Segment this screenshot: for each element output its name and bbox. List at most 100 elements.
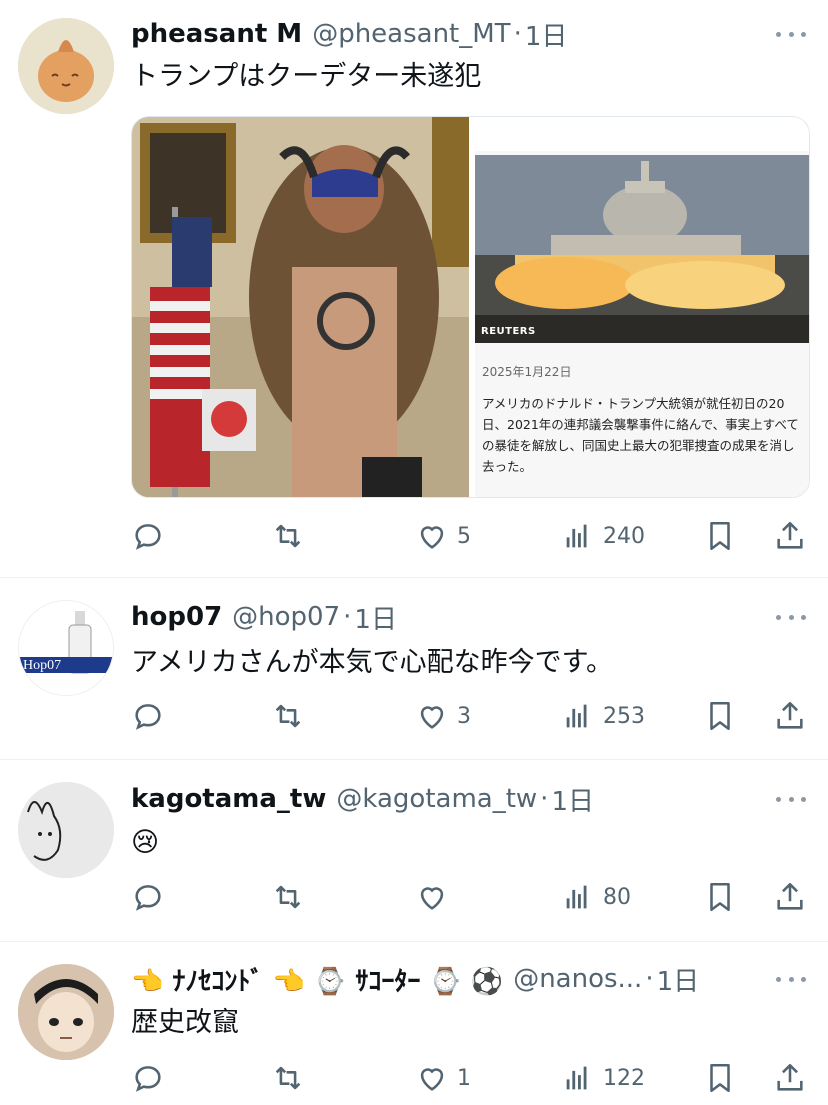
more-icon[interactable] [776,29,806,39]
avatar[interactable] [18,964,114,1060]
user-handle[interactable]: @kagotama_tw [336,784,537,814]
photo-left[interactable] [132,117,469,497]
view-count: 122 [603,1065,645,1091]
view-count: 240 [603,523,645,549]
separator: · [645,964,654,994]
more-icon[interactable] [776,974,806,984]
post[interactable]: kagotama_tw @kagotama_tw · 1日 😢 80 [0,760,828,942]
media-attachment[interactable]: REUTERS 2025年1月22日 アメリカのドナルド・トランプ大統領が就任初… [131,116,810,498]
avatar[interactable] [18,782,114,878]
like-count: 1 [457,1065,471,1091]
bookmark-button[interactable] [703,877,737,917]
views-icon [566,704,587,728]
views-button[interactable]: 80 [561,877,631,917]
display-name[interactable]: 👈 ﾅﾉｾｺﾝﾄﾞ 👈 ⌚ ｻｺｰﾀｰ ⌚ ⚽ [131,962,503,997]
like-count: 5 [457,523,471,549]
share-button[interactable] [773,516,807,556]
post[interactable]: Hop07 hop07 @hop07 · 1日 アメリカさんが本気で心配な昨今で… [0,578,828,760]
repost-icon [275,524,301,548]
heart-icon [420,887,444,910]
views-icon [566,885,587,909]
post-header: kagotama_tw @kagotama_tw · 1日 [131,782,768,816]
reply-button[interactable] [131,516,165,556]
repost-icon [275,1066,301,1090]
reply-button[interactable] [131,877,165,917]
timestamp[interactable]: 1日 [525,17,568,52]
views-button[interactable]: 253 [561,696,645,736]
repost-button[interactable] [271,877,305,917]
like-count: 3 [457,703,471,729]
bookmark-button[interactable] [703,696,737,736]
views-button[interactable]: 240 [561,516,645,556]
post[interactable]: pheasant M @pheasant_MT · 1日 トランプはクーデター未… [0,0,828,578]
like-button[interactable]: 1 [415,1058,471,1098]
reply-icon [135,885,161,911]
bookmark-button[interactable] [703,516,737,556]
reply-icon [135,1066,161,1092]
post-header: 👈 ﾅﾉｾｺﾝﾄﾞ 👈 ⌚ ｻｺｰﾀｰ ⌚ ⚽ @nanos... · 1日 [131,962,768,996]
action-bar: 5 240 [131,516,811,556]
timestamp[interactable]: 1日 [354,600,397,635]
post-text: 歴史改竄 [131,1007,239,1038]
view-count: 253 [603,703,645,729]
share-button[interactable] [773,1058,807,1098]
capitol-rioter-photo [132,117,469,497]
bookmark-icon [710,521,730,551]
avatar[interactable]: Hop07 [18,600,114,696]
reply-button[interactable] [131,696,165,736]
article-card[interactable]: REUTERS 2025年1月22日 アメリカのドナルド・トランプ大統領が就任初… [469,117,809,497]
separator: · [343,602,352,632]
heart-icon [420,706,444,729]
separator: · [513,19,522,49]
avatar-logo-text: Hop07 [23,658,62,673]
user-handle[interactable]: @nanos... [513,964,642,994]
share-icon [777,882,803,910]
heart-icon [420,1068,444,1091]
post-header: hop07 @hop07 · 1日 [131,600,768,634]
views-icon [566,524,587,548]
user-handle[interactable]: @hop07 [232,602,340,632]
post-text: アメリカさんが本気で心配な昨今です。 [131,647,613,678]
timestamp[interactable]: 1日 [657,962,700,997]
reply-button[interactable] [131,1058,165,1098]
bookmark-button[interactable] [703,1058,737,1098]
repost-button[interactable] [271,1058,305,1098]
reply-icon [135,704,161,730]
share-icon [777,701,803,729]
more-icon[interactable] [776,612,806,622]
post-text: 😢 [131,827,160,858]
views-icon [566,1066,587,1090]
bookmark-icon [710,701,730,731]
views-button[interactable]: 122 [561,1058,645,1098]
bottle-avatar-icon [19,601,113,695]
share-icon [777,1063,803,1091]
heart-icon [420,526,444,549]
rabbit-doodle-avatar-icon [18,782,114,878]
anime-boy-avatar-icon [18,964,114,1060]
bookmark-icon [710,1063,730,1093]
share-button[interactable] [773,877,807,917]
post-text: トランプはクーデター未遂犯 [131,61,482,92]
like-button[interactable]: 5 [415,516,471,556]
post[interactable]: 👈 ﾅﾉｾｺﾝﾄﾞ 👈 ⌚ ｻｺｰﾀｰ ⌚ ⚽ @nanos... · 1日 歴… [0,942,828,1105]
more-icon[interactable] [776,794,806,804]
like-button[interactable]: 3 [415,696,471,736]
timestamp[interactable]: 1日 [551,782,594,817]
reply-icon [135,524,161,550]
share-button[interactable] [773,696,807,736]
action-bar: 80 [131,877,811,917]
repost-icon [275,704,301,728]
bookmark-icon [710,882,730,912]
avatar[interactable] [18,18,114,114]
like-button[interactable] [415,877,457,917]
display-name[interactable]: hop07 [131,602,222,632]
repost-button[interactable] [271,696,305,736]
action-bar: 1 122 [131,1058,811,1098]
action-bar: 3 253 [131,696,811,736]
repost-icon [275,885,301,909]
user-handle[interactable]: @pheasant_MT [312,19,510,49]
repost-button[interactable] [271,516,305,556]
display-name[interactable]: pheasant M [131,19,302,49]
article-body: アメリカのドナルド・トランプ大統領が就任初日の20日、2021年の連邦議会襲撃事… [482,396,799,474]
display-name[interactable]: kagotama_tw [131,784,326,814]
